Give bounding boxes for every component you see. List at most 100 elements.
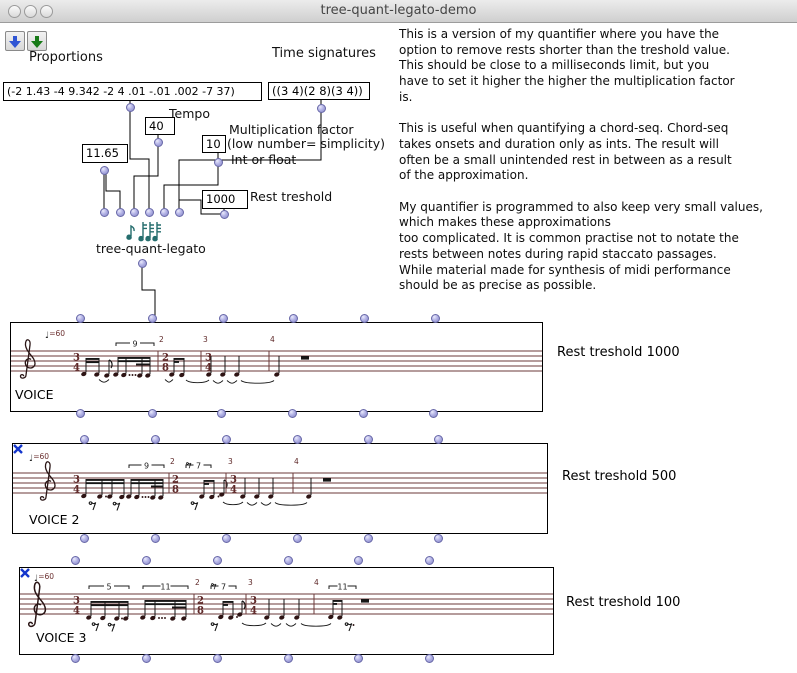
connection-dot[interactable] [284,654,293,663]
svg-text:9: 9 [132,339,137,348]
connection-dot[interactable] [431,314,440,323]
connection-dot[interactable] [100,166,109,175]
connection-dot[interactable] [142,654,151,663]
connection-dot[interactable] [213,654,222,663]
tempo-mark: ♩=60 [34,572,54,584]
connection-dot[interactable] [220,210,229,219]
green-arrow-button[interactable] [27,31,47,51]
svg-text:2: 2 [159,335,164,344]
connection-dot[interactable] [425,556,434,565]
close-icon[interactable] [20,568,30,578]
connection-dot[interactable] [148,314,157,323]
connection-dot[interactable] [434,534,443,543]
multiplication-factor-label: Multiplication factor [229,122,354,137]
tempo-input[interactable]: 40 [145,117,175,135]
score-notation-voice-2: 34922873344 [13,444,547,533]
rest-treshold-input[interactable]: 1000 [202,190,248,209]
connection-dot[interactable] [425,654,434,663]
connection-dot[interactable] [289,314,298,323]
description-text: This is a version of my quantifier where… [399,27,795,294]
connection-dot[interactable] [317,104,326,113]
connection-dot[interactable] [126,103,135,112]
svg-text:4: 4 [73,362,80,373]
svg-text:4: 4 [294,457,299,466]
connection-dot[interactable] [288,409,297,418]
svg-text:4: 4 [230,484,237,495]
connection-dot[interactable] [148,409,157,418]
svg-text:3: 3 [248,578,253,587]
connection-dot[interactable] [360,314,369,323]
proportions-label: Proportions [29,50,103,65]
connection-dot[interactable] [293,435,302,444]
svg-text:8: 8 [197,605,204,616]
connection-dot[interactable] [284,556,293,565]
connection-dot[interactable] [71,654,80,663]
svg-text:8: 8 [162,362,169,373]
connection-dot[interactable] [151,534,160,543]
score-editor-voice-3[interactable]: 345112287334411 ♩=60 VOICE 3 [19,567,554,655]
connection-dot[interactable] [80,435,89,444]
treshold-label-1: Rest treshold 1000 [557,345,680,360]
connection-dot[interactable] [364,435,373,444]
connection-dot[interactable] [354,654,363,663]
time-signatures-input[interactable]: ((3 4)(2 8)(3 4)) [268,82,370,100]
connection-dot[interactable] [76,314,85,323]
connection-dot[interactable] [213,556,222,565]
svg-text:8: 8 [172,484,179,495]
scaler-input[interactable]: 11.65 [82,144,128,163]
connection-dot[interactable] [219,314,228,323]
connection-dot[interactable] [145,208,154,217]
score-editor-voice-1[interactable]: 3492283344 ♩=60 VOICE [10,322,543,412]
svg-text:4: 4 [314,578,319,587]
treshold-label-2: Rest treshold 500 [562,469,676,484]
green-down-arrow-icon [30,35,44,49]
connection-dot[interactable] [214,158,223,167]
connection-dot[interactable] [364,534,373,543]
proportions-input[interactable]: (-2 1.43 -4 9.342 -2 4 .01 -.01 .002 -7 … [3,82,262,101]
close-icon[interactable] [13,444,23,454]
connection-dot[interactable] [217,409,226,418]
connection-dot[interactable] [222,534,231,543]
connection-dot[interactable] [429,409,438,418]
voice-name: VOICE [15,387,53,402]
tempo-mark: ♩=60 [45,329,65,341]
svg-text:4: 4 [73,605,80,616]
tempo-label: Tempo [169,106,210,121]
connection-dot[interactable] [354,556,363,565]
svg-text:4: 4 [270,335,275,344]
tempo-mark: ♩=60 [29,452,49,464]
score-notation-voice-3: 345112287334411 [20,568,553,654]
connection-dot[interactable] [293,534,302,543]
score-editor-voice-2[interactable]: 34922873344 ♩=60 VOICE 2 [12,443,548,534]
connection-dot[interactable] [222,435,231,444]
svg-text:7: 7 [221,582,226,591]
window-title: tree-quant-legato-demo [0,3,797,18]
connection-dot[interactable] [142,556,151,565]
connection-dot[interactable] [71,556,80,565]
connection-dot[interactable] [160,208,169,217]
title-bar[interactable]: tree-quant-legato-demo [0,0,797,23]
connection-dot[interactable] [130,208,139,217]
svg-text:3: 3 [228,457,233,466]
svg-text:2: 2 [170,457,175,466]
svg-text:9: 9 [144,461,149,470]
svg-text:5: 5 [106,582,111,591]
connection-dot[interactable] [138,259,147,268]
int-or-float-label: Int or float [231,152,296,167]
connection-dot[interactable] [434,435,443,444]
multiplication-input[interactable]: 10 [202,135,226,153]
connection-dot[interactable] [116,208,125,217]
connection-dot[interactable] [76,409,85,418]
svg-text:11: 11 [337,582,347,591]
connection-dot[interactable] [80,534,89,543]
connection-dot[interactable] [151,435,160,444]
blue-arrow-button[interactable] [5,31,25,51]
multiplication-hint-label: (low number= simplicity) [227,136,385,151]
patch-window: tree-quant-legato-demo Proportions Time … [0,0,797,673]
node-label: tree-quant-legato [96,241,206,256]
connection-dot[interactable] [154,138,163,147]
connection-dot[interactable] [100,208,109,217]
connection-dot[interactable] [359,409,368,418]
connection-dot[interactable] [175,208,184,217]
rest-treshold-label: Rest treshold [250,189,332,204]
